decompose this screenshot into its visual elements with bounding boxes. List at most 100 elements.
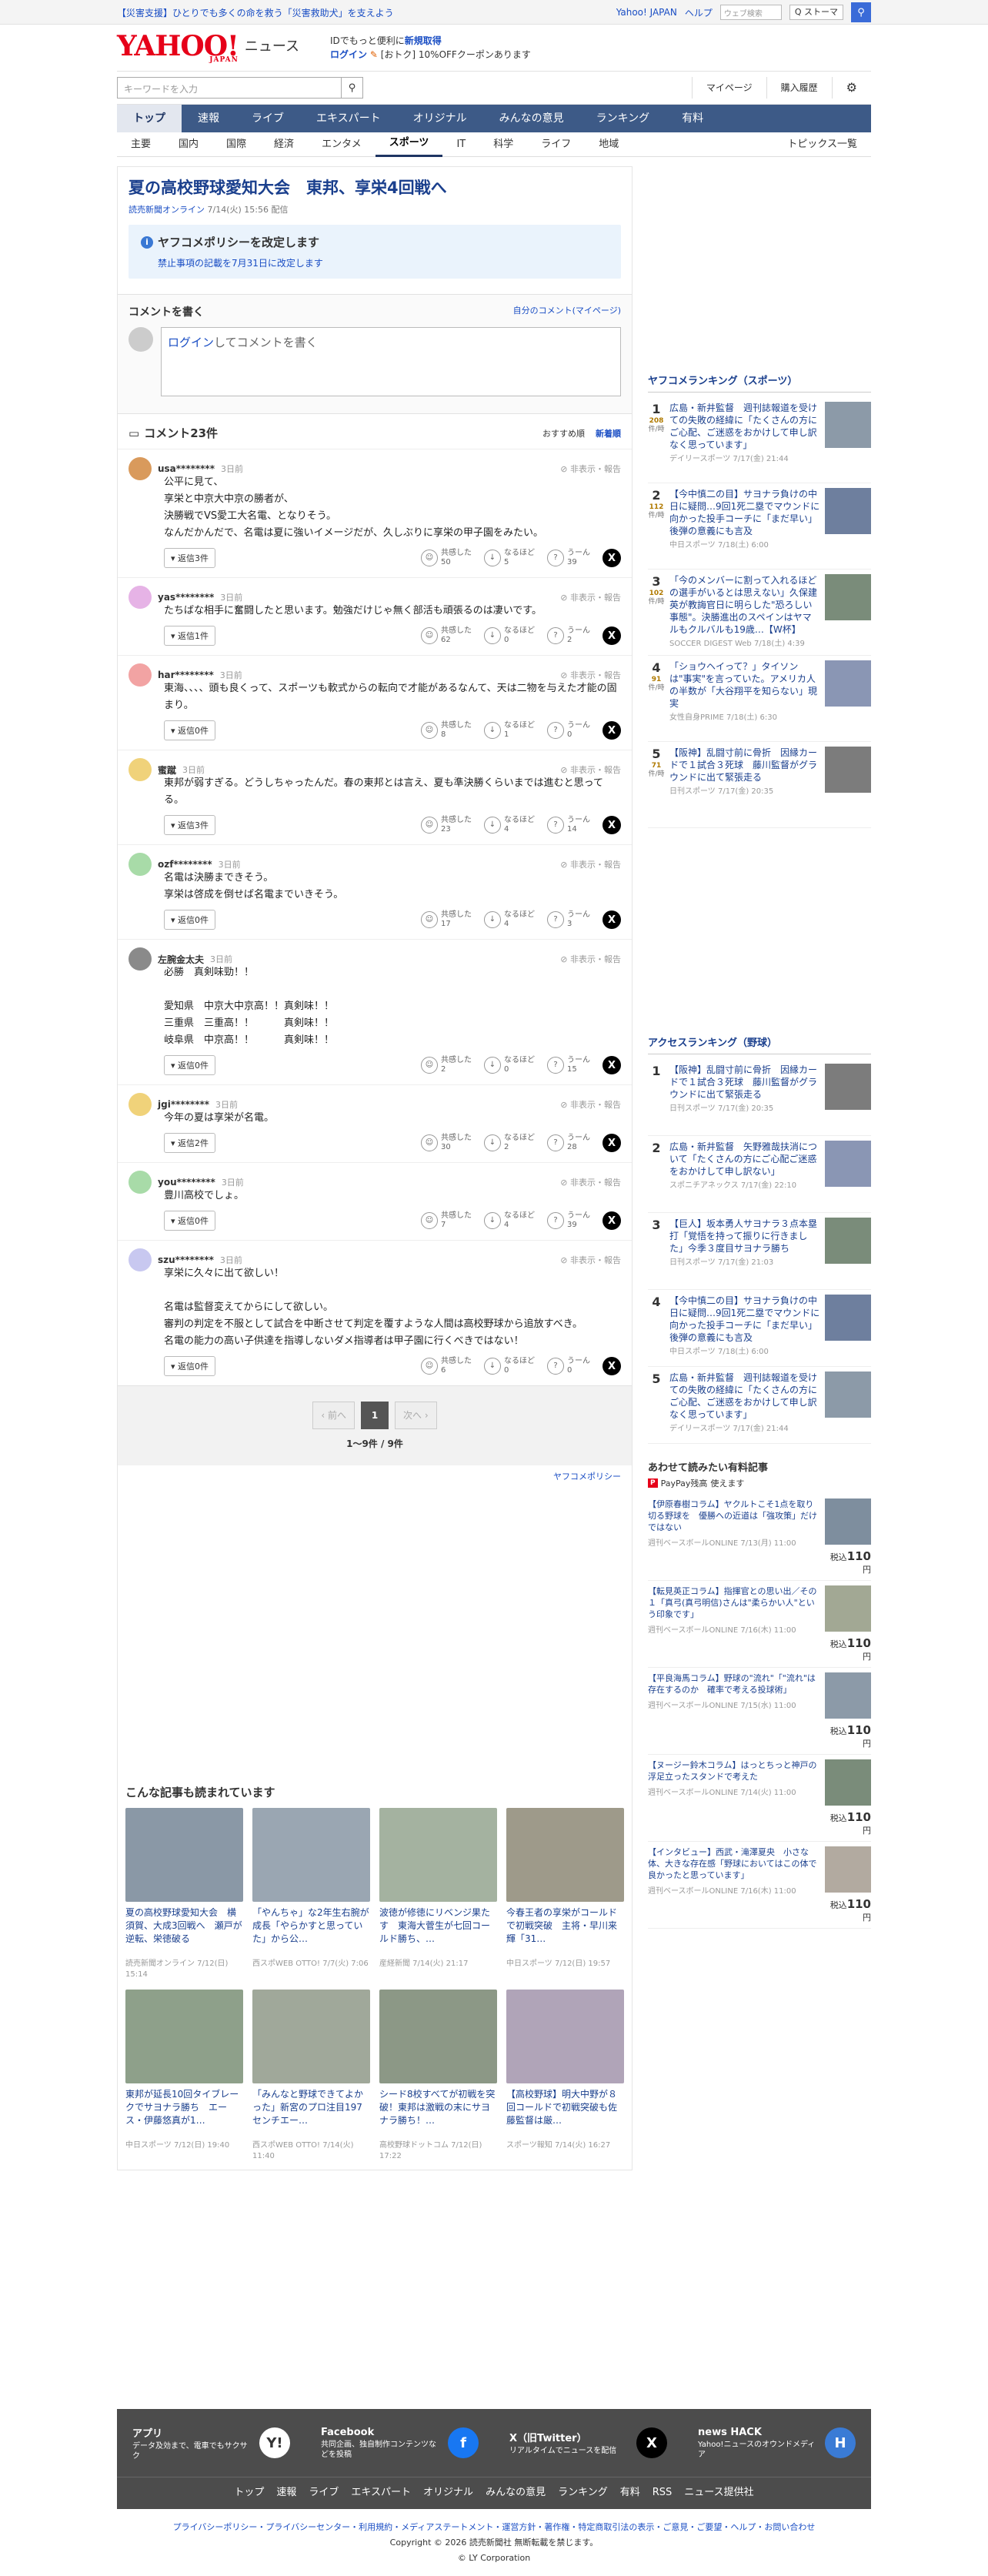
ranking-item[interactable]: 4 91 件/時 「ショウヘイって？」タイソンは"事実"を言っていた。アメリカ人の半数… <box>648 656 871 742</box>
ranking-title[interactable]: 「ショウヘイって？」タイソンは"事実"を言っていた。アメリカ人の半数が「大谷翔平… <box>669 660 820 710</box>
help-link[interactable]: ヘルプ <box>685 6 713 19</box>
reaction-hmm-button[interactable]: ? うーん 39 <box>547 549 590 567</box>
footer-nav-link[interactable]: RSS <box>653 2477 673 2508</box>
report-link[interactable]: ⊘ 非表示・報告 <box>560 1098 621 1111</box>
reaction-hmm-button[interactable]: ? うーん 14 <box>547 816 590 834</box>
gnav-top[interactable]: トップ <box>117 105 182 132</box>
page-1-button[interactable]: 1 <box>361 1402 389 1430</box>
footer-nav-link[interactable]: 速報 <box>276 2477 296 2508</box>
recommended-card[interactable]: 夏の高校野球愛知大会 横須賀、大成3回戦へ 瀬戸が逆転、栄徳破る 読売新聞オンライ… <box>125 1808 243 1980</box>
search-icon[interactable]: ⚲ <box>851 2 871 22</box>
cat-world[interactable]: 国際 <box>212 133 260 156</box>
paid-item[interactable]: 【伊原春樹コラム】ヤクルトこそ1点を取り切る野球を 優勝への近道は「強攻策」だけ… <box>648 1494 871 1581</box>
signup-link[interactable]: 新規取得 <box>405 35 442 46</box>
keyword-search[interactable]: キーワードを入力 ⚲ <box>117 77 363 99</box>
ranking-title[interactable]: 【今中慎二の目】サヨナラ負けの中日に疑問…9回1死二塁でマウンドに向かった投手コ… <box>669 1295 820 1344</box>
mypage-link[interactable]: マイページ <box>691 77 766 99</box>
replies-button[interactable]: ▾ 返信0件 <box>164 720 216 741</box>
footer-links[interactable]: プライバシーポリシー・プライバシーセンター・利用規約・メディアステートメント・運… <box>117 2520 871 2535</box>
report-link[interactable]: ⊘ 非表示・報告 <box>560 953 621 965</box>
footer-nav-link[interactable]: ランキング <box>558 2477 608 2508</box>
footer-nav-link[interactable]: トップ <box>234 2477 264 2508</box>
replies-button[interactable]: ▾ 返信3件 <box>164 815 216 836</box>
paid-item[interactable]: 【インタビュー】西武・滝澤夏央 小さな体、大きな存在感「野球においてはこの体で良… <box>648 1842 871 1929</box>
reaction-insight-button[interactable]: ↓ なるほど 0 <box>484 626 535 645</box>
paid-title[interactable]: 【インタビュー】西武・滝澤夏央 小さな体、大きな存在感「野球においてはこの体で良… <box>648 1846 820 1881</box>
ranking-item[interactable]: 4 【今中慎二の目】サヨナラ負けの中日に疑問…9回1死二塁でマウンドに向かった投手… <box>648 1290 871 1367</box>
ranking-item[interactable]: 1 208 件/時 広島・新井監督 週刊誌報道を受けての失敗の経緯に「たくさんの方にご… <box>648 397 871 483</box>
recommended-card[interactable]: 東邦が延長10回タイブレークでサヨナラ勝ち エース・伊藤悠真が1… 中日スポーツ … <box>125 1990 243 2162</box>
reaction-empathy-button[interactable]: ☺ 共感した 7 <box>421 1211 472 1230</box>
recommended-title[interactable]: 【高校野球】明大中野が８回コールドで初戦突破も佐藤監督は厳… <box>506 2088 624 2140</box>
yahocome-policy-link[interactable]: ヤフコメポリシー <box>553 1472 621 1482</box>
footer-service[interactable]: news HACK Yahoo!ニュースのオウンドメディア H <box>683 2427 871 2460</box>
recommended-card[interactable]: 波徳が修徳にリベンジ果たす 東海大菅生が七回コールド勝ち、… 産経新聞 7/14(… <box>379 1808 497 1980</box>
sort-recommended[interactable]: おすすめ順 <box>542 427 585 439</box>
reaction-empathy-button[interactable]: ☺ 共感した 62 <box>421 626 472 645</box>
x-share-icon[interactable]: X <box>602 816 621 835</box>
x-share-icon[interactable]: X <box>602 721 621 740</box>
ranking-title[interactable]: 【阪神】乱闘寸前に骨折 因縁カードで１試合３死球 藤川監督がグラウンドに出て緊張… <box>669 1064 820 1101</box>
ranking-item[interactable]: 5 広島・新井監督 週刊誌報道を受けての失敗の経緯に「たくさんの方にご心配、ご迷惑… <box>648 1367 871 1444</box>
footer-nav-link[interactable]: みんなの意見 <box>486 2477 546 2508</box>
x-share-icon[interactable]: X <box>602 910 621 930</box>
ranking-title[interactable]: 【今中慎二の目】サヨナラ負けの中日に疑問…9回1死二塁でマウンドに向かった投手コ… <box>669 488 820 537</box>
comment-user[interactable]: you******** <box>158 1177 215 1188</box>
recommended-title[interactable]: 「みんなと野球できてよかった」新宮のプロ注目197センチエー… <box>252 2088 370 2140</box>
recommended-title[interactable]: 今春王者の享栄がコールドで初戦突破 主将・早川来輝「31… <box>506 1906 624 1959</box>
reaction-hmm-button[interactable]: ? うーん 2 <box>547 626 590 645</box>
purchase-history-link[interactable]: 購入履歴 <box>766 77 832 99</box>
comment-textarea[interactable]: ログインしてコメントを書く <box>161 327 621 397</box>
my-comments-link[interactable]: 自分のコメント(マイページ) <box>513 304 621 319</box>
article-title[interactable]: 夏の高校野球愛知大会 東邦、享栄4回戦へ <box>118 167 632 203</box>
reaction-hmm-button[interactable]: ? うーん 15 <box>547 1056 590 1074</box>
reaction-hmm-button[interactable]: ? うーん 0 <box>547 1357 590 1375</box>
reaction-empathy-button[interactable]: ☺ 共感した 2 <box>421 1056 472 1074</box>
gnav-original[interactable]: オリジナル <box>397 105 483 132</box>
replies-button[interactable]: ▾ 返信0件 <box>164 910 216 931</box>
reaction-insight-button[interactable]: ↓ なるほど 4 <box>484 816 535 834</box>
recommended-title[interactable]: 夏の高校野球愛知大会 横須賀、大成3回戦へ 瀬戸が逆転、栄徳破る <box>125 1906 243 1959</box>
x-share-icon[interactable]: X <box>602 1134 621 1153</box>
notice-text[interactable]: 禁止事項の記載を7月31日に改定します <box>141 256 609 269</box>
replies-button[interactable]: ▾ 返信0件 <box>164 1211 216 1231</box>
sort-newest[interactable]: 新着順 <box>596 427 621 439</box>
report-link[interactable]: ⊘ 非表示・報告 <box>560 763 621 776</box>
reaction-hmm-button[interactable]: ? うーん 0 <box>547 721 590 740</box>
next-page-button[interactable]: 次へ › <box>395 1402 437 1430</box>
gnav-live[interactable]: ライブ <box>235 105 300 132</box>
reaction-empathy-button[interactable]: ☺ 共感した 6 <box>421 1357 472 1375</box>
ranking-title[interactable]: 【巨人】坂本勇人サヨナラ３点本塁打「覚悟を持って振りに行きました」今季３度目サヨ… <box>669 1218 820 1255</box>
reaction-hmm-button[interactable]: ? うーん 3 <box>547 910 590 929</box>
reaction-empathy-button[interactable]: ☺ 共感した 17 <box>421 910 472 929</box>
cat-economy[interactable]: 経済 <box>260 133 308 156</box>
paid-title[interactable]: 【ヌージー鈴木コラム】はっとちっと神戸の浮足立ったスタンドで考えた <box>648 1759 820 1782</box>
gnav-paid[interactable]: 有料 <box>666 105 719 132</box>
login-link[interactable]: ログイン <box>330 49 367 60</box>
cat-entertainment[interactable]: エンタメ <box>308 133 376 156</box>
paid-item[interactable]: 【平良海馬コラム】野球の"流れ"「"流れ"は存在するのか 確率で考える投球術」週… <box>648 1668 871 1755</box>
ranking-title[interactable]: 広島・新井監督 週刊誌報道を受けての失敗の経緯に「たくさんの方にご心配、ご迷惑を… <box>669 402 820 451</box>
reaction-empathy-button[interactable]: ☺ 共感した 30 <box>421 1134 472 1152</box>
gnav-flash[interactable]: 速報 <box>182 105 235 132</box>
recommended-title[interactable]: 波徳が修徳にリベンジ果たす 東海大菅生が七回コールド勝ち、… <box>379 1906 497 1959</box>
footer-nav-link[interactable]: 有料 <box>620 2477 640 2508</box>
report-link[interactable]: ⊘ 非表示・報告 <box>560 669 621 681</box>
footer-service[interactable]: アプリ データ及効まで、電車でもサクサク Y! <box>117 2425 305 2461</box>
web-search-button[interactable]: Q ストーマ <box>789 5 843 20</box>
comment-user[interactable]: jgi******** <box>158 1099 209 1110</box>
comment-user[interactable]: 蜜蹴 <box>158 763 176 777</box>
recommended-card[interactable]: 「みんなと野球できてよかった」新宮のプロ注目197センチエー… 西スポWEB OT… <box>252 1990 370 2162</box>
report-link[interactable]: ⊘ 非表示・報告 <box>560 858 621 870</box>
paid-item[interactable]: 【転見英正コラム】指揮官との思い出／その１「真弓(真弓明信)さんは"柔らかい人"… <box>648 1581 871 1668</box>
comment-user[interactable]: ozf******** <box>158 859 212 870</box>
footer-nav-link[interactable]: エキスパート <box>351 2477 411 2508</box>
reaction-hmm-button[interactable]: ? うーん 39 <box>547 1211 590 1230</box>
footer-nav-link[interactable]: オリジナル <box>423 2477 473 2508</box>
gnav-opinions[interactable]: みんなの意見 <box>483 105 580 132</box>
ranking-item[interactable]: 1 【阪神】乱闘寸前に骨折 因縁カードで１試合３死球 藤川監督がグラウンドに出て緊… <box>648 1059 871 1136</box>
reaction-empathy-button[interactable]: ☺ 共感した 23 <box>421 816 472 834</box>
reaction-insight-button[interactable]: ↓ なるほど 0 <box>484 1056 535 1074</box>
ranking-item[interactable]: 3 【巨人】坂本勇人サヨナラ３点本塁打「覚悟を持って振りに行きました」今季３度目サ… <box>648 1213 871 1290</box>
policy-notice[interactable]: i ヤフコメポリシーを改定します 禁止事項の記載を7月31日に改定します <box>129 225 621 279</box>
